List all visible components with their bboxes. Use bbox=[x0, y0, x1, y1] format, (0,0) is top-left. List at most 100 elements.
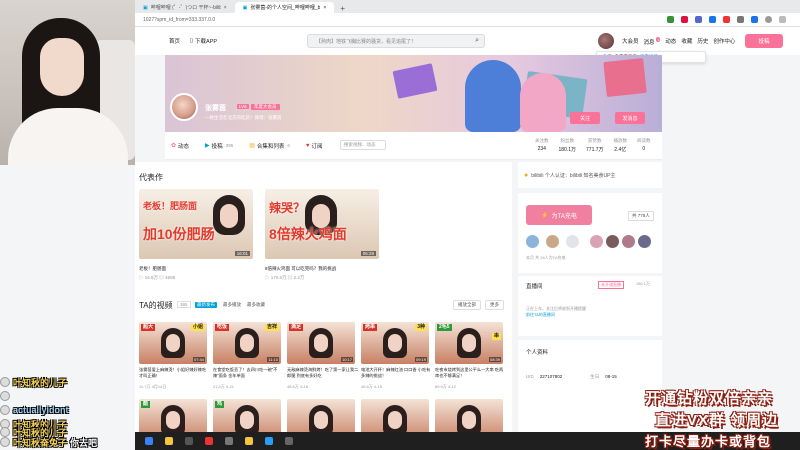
search-input[interactable]: 【熟肉】地铁飞胸比赛的骚货，看见追尾了！ ⌕ bbox=[307, 34, 485, 48]
taskbar-app-icon[interactable] bbox=[205, 437, 213, 445]
anime-character bbox=[465, 60, 521, 132]
extension-icon[interactable] bbox=[709, 16, 716, 23]
video-duration: 16:01 bbox=[234, 251, 250, 256]
video-title[interactable]: 吃夜市烧烤到这里公平么一大串 吃两串也不够满足！ bbox=[435, 367, 507, 378]
sort-latest[interactable]: 最新发布 bbox=[195, 302, 217, 308]
thumbnail-person bbox=[383, 405, 407, 435]
certification-panel: ● bilibili 个人认证：bilibili 知名美食UP主 bbox=[518, 162, 662, 188]
profile-icon[interactable] bbox=[765, 16, 772, 23]
video-title[interactable]: 无敌麻辣烫海鲜烤！吃了第一家让我二郎腿 到底有多好吃 bbox=[287, 367, 359, 378]
download-app-link[interactable]: ▯ 下载APP bbox=[190, 37, 217, 45]
close-icon[interactable]: × bbox=[323, 5, 326, 11]
nav-messages[interactable]: 消息 1 bbox=[644, 37, 661, 46]
charge-button[interactable]: ⚡ 为TA充电 bbox=[526, 205, 592, 225]
fan-avatar[interactable] bbox=[590, 235, 603, 248]
stat-followers[interactable]: 粉丝数 180.1万 bbox=[559, 138, 577, 153]
stat-following[interactable]: 关注数 234 bbox=[535, 138, 549, 153]
upload-button[interactable]: 投稿 bbox=[745, 34, 783, 48]
tab-uploads[interactable]: ▶ 投稿 395 bbox=[205, 142, 233, 150]
nav-history[interactable]: 历史 bbox=[697, 37, 708, 46]
browser-tab-active[interactable]: ▣ 张雾茵-的个人空间_哔哩哔哩_bilibili × bbox=[234, 2, 335, 13]
video-views: 11.7万 bbox=[139, 384, 151, 389]
thumbnail-tag: 小姐 bbox=[190, 324, 205, 331]
tab-label: 投稿 bbox=[211, 143, 223, 150]
video-sort-tabs: 最新发布 最多播放 最多收藏 bbox=[195, 302, 265, 308]
address-bar[interactable]: 1027?spm_id_from=333.337.0.0 bbox=[135, 13, 800, 27]
video-title[interactable]: 老板！肥肠面 bbox=[139, 266, 253, 272]
search-icon[interactable]: ⌕ bbox=[475, 37, 479, 45]
video-duration: 09:19 bbox=[414, 357, 427, 362]
nav-dynamic[interactable]: 动态 bbox=[665, 37, 676, 46]
taskbar-app-icon[interactable] bbox=[245, 437, 253, 445]
chat-line bbox=[0, 390, 13, 402]
video-title[interactable]: 电池大开杯！麻辣红油 口口香 小吃有多辣的挑战！ bbox=[361, 367, 433, 378]
video-card[interactable]: 2毛5 串 08:39 bbox=[435, 322, 503, 364]
taskbar-app-icon[interactable] bbox=[165, 437, 173, 445]
home-link[interactable]: 首页 bbox=[169, 37, 180, 45]
video-duration: 10:17 bbox=[340, 357, 353, 362]
extension-icon[interactable] bbox=[667, 16, 674, 23]
charge-panel: ⚡ 为TA充电 共 778人 本月 共 26人为TA充电 bbox=[518, 193, 662, 273]
video-title[interactable]: 在食堂吃饭丢了！去四川吃一碗"不辣"面条 金年单面 bbox=[213, 367, 285, 378]
charge-button-label: 为TA充电 bbox=[551, 213, 577, 220]
video-meta: 11.7万 4月14日 bbox=[139, 384, 211, 390]
extension-icon[interactable] bbox=[695, 16, 702, 23]
sort-most-played[interactable]: 最多播放 bbox=[223, 302, 241, 308]
video-card[interactable]: 吃饭 吉祥 11:10 bbox=[213, 322, 281, 364]
follow-button[interactable]: 关注 bbox=[570, 112, 600, 124]
representative-video[interactable]: 老板！肥肠面 加10份肥肠 16:01 bbox=[139, 189, 253, 259]
stat-label: 粉丝数 bbox=[560, 138, 575, 143]
fan-avatar[interactable] bbox=[546, 235, 559, 248]
tab-subscriptions[interactable]: ♥ 订阅 bbox=[306, 142, 323, 150]
tab-count: 395 bbox=[225, 143, 234, 148]
video-title[interactable]: 8倍辣火鸡面 可以吃完吗？我的挑战 bbox=[265, 266, 379, 272]
fan-avatar[interactable] bbox=[606, 235, 619, 248]
profile-search-input[interactable]: 搜索视频、动态 bbox=[340, 140, 386, 150]
video-card[interactable]: 烤串 3种 09:19 bbox=[361, 322, 429, 364]
stat-label: 获赞数 bbox=[588, 138, 602, 143]
browser-tab[interactable]: ▣ 哔哩哔哩 (゜-゜)つロ 干杯~-bilibili × bbox=[135, 2, 235, 13]
more-button[interactable]: 更多 bbox=[485, 300, 504, 310]
user-avatar[interactable] bbox=[598, 33, 614, 49]
nav-vip[interactable]: 大会员 bbox=[622, 37, 639, 46]
video-card[interactable]: 满足 10:17 bbox=[287, 322, 355, 364]
chat-avatar bbox=[0, 437, 10, 447]
message-button[interactable]: 发消息 bbox=[615, 112, 645, 124]
menu-icon[interactable] bbox=[779, 16, 786, 23]
charge-count: 共 778人 bbox=[628, 211, 654, 221]
taskbar-app-icon[interactable] bbox=[285, 437, 293, 445]
start-icon[interactable] bbox=[145, 437, 153, 445]
thumbnail-person bbox=[309, 328, 333, 358]
fan-avatar[interactable] bbox=[622, 235, 635, 248]
thumbnail-tag: 满足 bbox=[289, 324, 304, 331]
new-tab-button[interactable]: + bbox=[334, 4, 351, 13]
video-meta: 21.5万 4-21 bbox=[213, 384, 285, 390]
lightning-icon: ⚡ bbox=[541, 212, 549, 219]
video-title[interactable]: 张雾茵爱上麻辣烫！小姐好辣好辣吃 才叫正确！ bbox=[139, 367, 211, 378]
close-icon[interactable]: × bbox=[224, 5, 227, 11]
representative-video[interactable]: 辣哭？ 8倍辣火鸡面 06:29 bbox=[265, 189, 379, 259]
extension-icon[interactable] bbox=[681, 16, 688, 23]
nav-favorites[interactable]: 收藏 bbox=[681, 37, 692, 46]
video-views: 170.6万 bbox=[270, 275, 287, 280]
url-text[interactable]: 1027?spm_id_from=333.337.0.0 bbox=[143, 17, 215, 23]
fan-avatar[interactable] bbox=[526, 235, 539, 248]
tab-collections[interactable]: ▤ 合集和列表 6 bbox=[249, 142, 290, 150]
extension-icon[interactable] bbox=[751, 16, 758, 23]
certification-text: bilibili 个人认证：bilibili 知名美食UP主 bbox=[531, 172, 616, 179]
extension-icon[interactable] bbox=[737, 16, 744, 23]
profile-avatar[interactable] bbox=[170, 93, 198, 121]
sort-most-favorited[interactable]: 最多收藏 bbox=[247, 302, 265, 308]
nav-creator-center[interactable]: 创作中心 bbox=[713, 37, 735, 46]
uid-label: UID bbox=[526, 374, 534, 379]
extension-icon[interactable] bbox=[723, 16, 730, 23]
play-all-button[interactable]: 播放全部 bbox=[453, 300, 481, 310]
taskbar-app-icon[interactable] bbox=[185, 437, 193, 445]
taskbar-app-icon[interactable] bbox=[265, 437, 273, 445]
taskbar-app-icon[interactable] bbox=[225, 437, 233, 445]
fan-avatar[interactable] bbox=[638, 235, 651, 248]
tab-dynamic[interactable]: ✿ 动态 bbox=[171, 142, 189, 150]
video-card[interactable]: 超大 小姐 07:44 bbox=[139, 322, 207, 364]
fan-avatar[interactable] bbox=[566, 235, 579, 248]
live-room-link[interactable]: 前往TA的直播间 bbox=[526, 312, 555, 317]
